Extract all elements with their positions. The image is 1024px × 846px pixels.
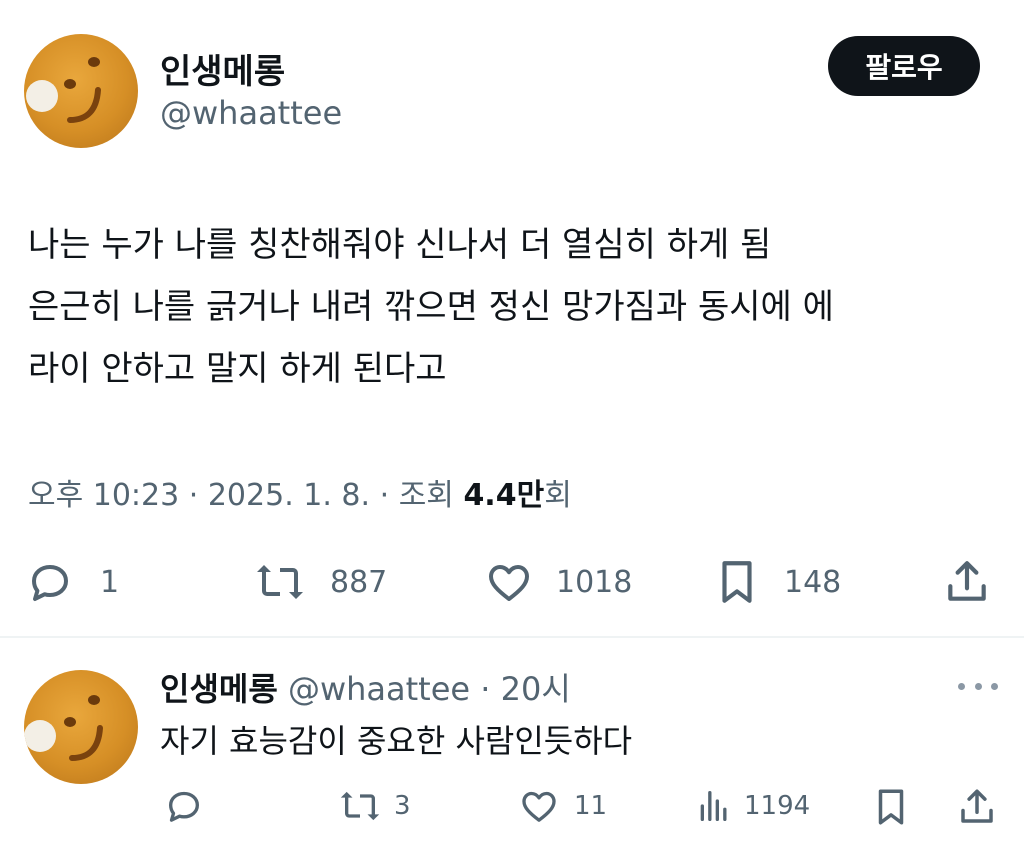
reply-icon [32, 565, 68, 601]
tweet-meta: 오후 10:23 · 2025. 1. 8. · 조회 4.4만회 [28, 470, 572, 514]
reply-avatar[interactable] [24, 670, 138, 784]
like-icon [522, 791, 556, 822]
tweet-text-line: 나는 누가 나를 칭찬해줘야 신나서 더 열심히 하게 됨 [28, 225, 772, 265]
retweet-icon [340, 791, 380, 821]
follow-button[interactable]: 팔로우 [828, 36, 980, 96]
separator: · [379, 478, 390, 513]
reply-share-button[interactable] [956, 786, 998, 828]
reply-retweet-button[interactable]: 3 [336, 786, 411, 826]
tweet-text-line: 은근히 나를 긁거나 내려 깎으면 정신 망가짐과 동시에 에 [28, 287, 834, 327]
retweet-button[interactable]: 887 [252, 558, 387, 606]
reply-display-name[interactable]: 인생메롱 [160, 670, 278, 708]
share-icon [961, 789, 993, 823]
reply-handle[interactable]: @whaattee [288, 670, 470, 708]
reply-like-count: 11 [574, 791, 608, 821]
like-button[interactable]: 1018 [484, 558, 632, 606]
tweet-date[interactable]: 2025. 1. 8. [208, 478, 370, 513]
avatar[interactable] [24, 34, 138, 148]
reply-bookmark-button[interactable] [870, 786, 912, 828]
more-dot [991, 682, 998, 690]
views-count[interactable]: 4.4만 [463, 478, 544, 513]
bookmark-icon [722, 561, 752, 603]
like-count: 1018 [556, 564, 633, 600]
bookmark-icon [878, 789, 904, 825]
separator: · [188, 478, 199, 513]
reply-button[interactable]: 1 [24, 558, 119, 606]
reply-views-count: 1194 [744, 791, 811, 821]
reply-header: 인생메롱 @whaattee · 20시 [160, 664, 571, 710]
tweet-text-line: 라이 안하고 말지 하게 된다고 [28, 349, 447, 389]
like-icon [489, 565, 529, 601]
handle[interactable]: @whaattee [160, 94, 342, 132]
reply-age[interactable]: 20시 [501, 670, 571, 708]
reply-count: 1 [100, 564, 120, 600]
views-unit: 회 [544, 478, 572, 513]
more-dot [974, 682, 982, 690]
display-name[interactable]: 인생메롱 [160, 44, 285, 93]
reply-like-button[interactable]: 11 [518, 786, 607, 826]
reply-reply-button[interactable] [162, 786, 206, 826]
analytics-icon [700, 791, 727, 821]
tweet-time[interactable]: 오후 10:23 [28, 478, 179, 513]
more-icon[interactable] [958, 672, 998, 700]
reply-text: 자기 효능감이 중요한 사람인듯하다 [160, 722, 633, 760]
avatar-image [26, 57, 101, 123]
share-icon [948, 561, 986, 601]
views-label: 조회 [398, 478, 454, 513]
share-button[interactable] [942, 556, 992, 608]
reply-views-button[interactable]: 1194 [694, 786, 810, 826]
tweet-text: 나는 누가 나를 칭찬해줘야 신나서 더 열심히 하게 됨 은근히 나를 긁거나… [28, 214, 1008, 400]
more-dot [958, 682, 965, 690]
divider [0, 636, 1024, 638]
bookmark-button[interactable]: 148 [712, 556, 841, 608]
separator: · [480, 670, 491, 708]
bookmark-count: 148 [784, 564, 842, 600]
retweet-icon [257, 565, 303, 599]
reply-retweet-count: 3 [394, 791, 411, 821]
retweet-count: 887 [330, 564, 388, 600]
avatar-image [24, 695, 103, 761]
reply-icon [169, 791, 199, 822]
